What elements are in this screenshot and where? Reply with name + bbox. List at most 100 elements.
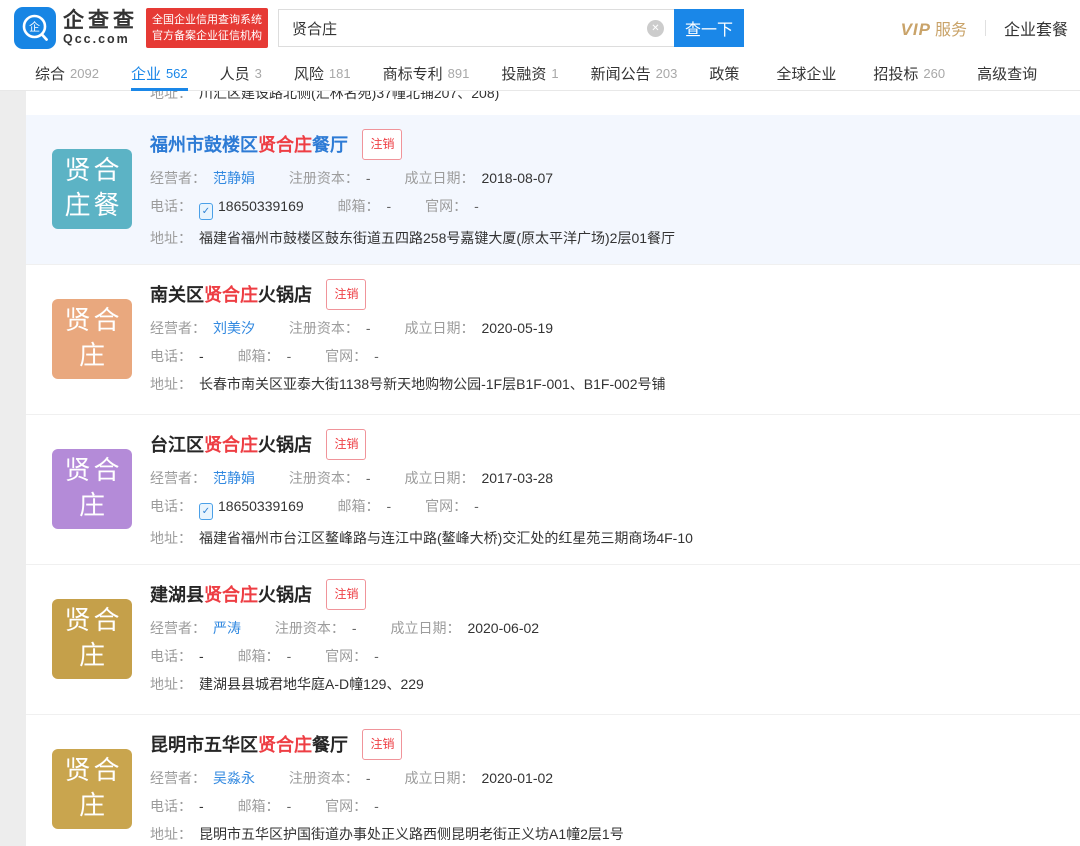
address-label: 地址： [150,91,192,101]
phone-value: 18650339169 [218,198,304,214]
company-title-row: 台江区贤合庄火锅店 注销 [150,429,1060,460]
operator-link[interactable]: 范静娟 [213,170,255,186]
tab-bidding[interactable]: 招投标 260 [873,56,945,90]
company-name-keyword-match: 贤合庄 [204,585,258,605]
top-header: 企 企查查 Qcc.com 全国企业信用查询系统 官方备案企业征信机构 ✕ 查一… [0,0,1080,56]
tab-trademark-patent[interactable]: 商标专利 891 [383,56,470,90]
capital-label: 注册资本： [288,770,359,786]
email-label: 邮箱： [337,498,380,514]
company-avatar: 贤合 庄 [52,299,132,379]
founded-label: 成立日期： [404,770,475,786]
company-name-prefix: 南关区 [150,285,204,305]
phone-value: - [199,798,204,814]
search-bar: ✕ 查一下 [278,9,744,47]
phone-value: 18650339169 [218,498,304,514]
tab-advanced[interactable]: 高级查询 [977,56,1042,90]
company-name-link[interactable]: 建湖县贤合庄火锅店 [150,585,312,605]
company-contact-row: 电话：✓- 邮箱：- 官网：- [150,796,1060,816]
company-name-prefix: 昆明市五华区 [150,735,258,755]
avatar-line-1: 贤合 [64,755,123,785]
tab-people[interactable]: 人员 3 [220,56,262,90]
operator-label: 经营者： [150,170,206,186]
search-input[interactable] [279,10,674,46]
avatar-line-2: 庄 [78,340,108,370]
company-title-row: 建湖县贤合庄火锅店 注销 [150,579,1060,610]
company-name-link[interactable]: 台江区贤合庄火锅店 [150,435,312,455]
capital-label: 注册资本： [288,470,359,486]
certification-badge: 全国企业信用查询系统 官方备案企业征信机构 [146,8,268,48]
clear-search-icon[interactable]: ✕ [647,20,664,37]
company-name-link[interactable]: 昆明市五华区贤合庄餐厅 [150,735,348,755]
search-button[interactable]: 查一下 [674,9,744,47]
phone-icon: ✓ [199,203,213,220]
company-name-suffix: 火锅店 [258,435,312,455]
results-list: 贤合 庄餐 福州市鼓楼区贤合庄餐厅 注销 经营者： 范静娟 注册资本： - 成立日期… [26,115,1080,846]
results-panel: 地址： 川汇区建设路北侧(汇林名苑)37幢北铺207、208) 贤合 庄餐 福州市… [26,91,1080,846]
address-value: 建湖县县城君地华庭A-D幢129、229 [199,676,424,692]
website-value: - [474,498,479,514]
company-contact-row: 电话：✓- 邮箱：- 官网：- [150,646,1060,666]
tab-risk[interactable]: 风险 181 [294,56,351,90]
avatar-line-2: 庄 [78,790,108,820]
tab-policy[interactable]: 政策 [709,56,744,90]
founded-label: 成立日期： [404,320,475,336]
founded-value: 2020-05-19 [481,320,554,336]
enterprise-package-link[interactable]: 企业套餐 [1004,16,1068,40]
company-name-keyword-match: 贤合庄 [258,135,312,155]
header-divider [984,20,986,36]
vip-service-link[interactable]: VIP 服务 [901,16,967,40]
email-value: - [286,648,292,664]
founded-label: 成立日期： [390,620,461,636]
company-avatar: 贤合 庄 [52,599,132,679]
company-avatar: 贤合 庄 [52,749,132,829]
avatar-line-2: 庄餐 [64,190,123,220]
phone-label: 电话： [150,198,192,214]
address-value: 福建省福州市台江区鳌峰路与连江中路(鳌峰大桥)交汇处的红星苑三期商场4F-10 [199,530,693,546]
company-meta-row: 经营者： 吴淼永 注册资本： - 成立日期： 2020-01-02 [150,768,1060,788]
avatar-line-1: 贤合 [64,455,123,485]
website-label: 官网： [425,498,468,514]
avatar-line-2: 庄 [78,490,108,520]
vip-wordmark: VIP [900,20,931,39]
website-value: - [474,198,479,214]
result-card[interactable]: 贤合 庄餐 福州市鼓楼区贤合庄餐厅 注销 经营者： 范静娟 注册资本： - 成立日期… [26,115,1080,265]
tab-global[interactable]: 全球企业 [776,56,841,90]
company-name-keyword-match: 贤合庄 [258,735,312,755]
company-name-link[interactable]: 福州市鼓楼区贤合庄餐厅 [150,135,348,155]
operator-label: 经营者： [150,320,206,336]
company-address-row: 地址： 福建省福州市鼓楼区鼓东街道五四路258号嘉键大厦(原太平洋广场)2层01餐… [150,228,1060,248]
result-card[interactable]: 贤合 庄 南关区贤合庄火锅店 注销 经营者： 刘美汐 注册资本： - 成立日期： 20… [26,265,1080,415]
tab-investment[interactable]: 投融资 1 [501,56,558,90]
capital-value: - [365,320,371,336]
website-value: - [374,798,379,814]
qcc-logo[interactable]: 企 企查查 Qcc.com [14,7,138,49]
operator-link[interactable]: 刘美汐 [213,320,255,336]
company-avatar: 贤合 庄餐 [52,149,132,229]
address-label: 地址： [150,676,192,692]
phone-icon: ✓ [199,503,213,520]
company-name-link[interactable]: 南关区贤合庄火锅店 [150,285,312,305]
operator-link[interactable]: 严涛 [213,620,241,636]
company-name-suffix: 餐厅 [312,735,348,755]
operator-link[interactable]: 吴淼永 [213,770,255,786]
status-badge: 注销 [326,579,367,610]
result-card[interactable]: 贤合 庄 建湖县贤合庄火锅店 注销 经营者： 严涛 注册资本： - 成立日期： 202… [26,565,1080,715]
search-input-wrap: ✕ [278,9,674,47]
operator-link[interactable]: 范静娟 [213,470,255,486]
company-name-suffix: 餐厅 [312,135,348,155]
tab-all[interactable]: 综合 2092 [35,56,99,90]
company-name-keyword-match: 贤合庄 [204,435,258,455]
address-value: 长春市南关区亚泰大街1138号新天地购物公园-1F层B1F-001、B1F-00… [199,376,666,392]
tab-news[interactable]: 新闻公告 203 [591,56,678,90]
qcc-logo-icon: 企 [14,7,56,49]
address-value: 福建省福州市鼓楼区鼓东街道五四路258号嘉键大厦(原太平洋广场)2层01餐厅 [199,230,676,246]
brand-name: 企查查 [63,9,138,32]
website-label: 官网： [325,648,368,664]
tab-company[interactable]: 企业 562 [130,56,188,91]
email-value: - [286,798,292,814]
company-address-row: 地址： 长春市南关区亚泰大街1138号新天地购物公园-1F层B1F-001、B1F… [150,374,1060,394]
company-name-suffix: 火锅店 [258,285,312,305]
result-card[interactable]: 贤合 庄 昆明市五华区贤合庄餐厅 注销 经营者： 吴淼永 注册资本： - 成立日期：… [26,715,1080,846]
result-card[interactable]: 贤合 庄 台江区贤合庄火锅店 注销 经营者： 范静娟 注册资本： - 成立日期： 20… [26,415,1080,565]
page-body: 地址： 川汇区建设路北侧(汇林名苑)37幢北铺207、208) 贤合 庄餐 福州市… [0,91,1080,846]
